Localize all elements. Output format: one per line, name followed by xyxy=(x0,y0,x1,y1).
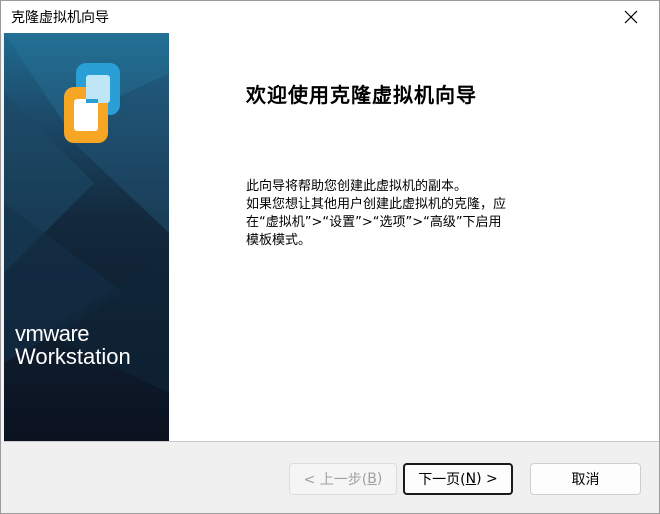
description-paragraph-1: 此向导将帮助您创建此虚拟机的副本。 xyxy=(246,179,468,194)
close-button[interactable] xyxy=(609,3,653,31)
description: 此向导将帮助您创建此虚拟机的副本。 如果您想让其他用户创建此虚拟机的克隆，应在“… xyxy=(246,178,506,250)
page-title: 欢迎使用克隆虚拟机向导 xyxy=(246,83,477,107)
back-button-hotkey: B xyxy=(367,471,377,487)
wizard-content: 欢迎使用克隆虚拟机向导 此向导将帮助您创建此虚拟机的副本。 如果您想让其他用户创… xyxy=(169,33,659,441)
description-paragraph-2: 如果您想让其他用户创建此虚拟机的克隆，应在“虚拟机”>“设置”>“选项”>“高级… xyxy=(246,197,507,248)
back-button[interactable]: < 上一步(B) xyxy=(289,463,397,495)
window-title: 克隆虚拟机向导 xyxy=(11,10,109,26)
next-button-hotkey: N xyxy=(465,471,477,487)
vmware-logo-icon xyxy=(64,63,120,143)
clone-vm-wizard-window: 克隆虚拟机向导 vmware Workstation 欢迎使用克隆虚拟机向导 此… xyxy=(0,0,660,514)
cancel-button[interactable]: 取消 xyxy=(530,463,641,495)
brand-workstation: Workstation xyxy=(15,344,131,369)
next-button-label-suffix: ) > xyxy=(476,471,498,487)
close-icon xyxy=(624,10,638,24)
next-button[interactable]: 下一页(N) > xyxy=(403,463,513,495)
title-bar: 克隆虚拟机向导 xyxy=(1,1,659,33)
back-button-label-suffix: ) xyxy=(376,471,383,487)
next-button-label-prefix: 下一页( xyxy=(418,472,466,488)
back-button-label-prefix: < 上一步( xyxy=(303,472,368,488)
wizard-banner: vmware Workstation xyxy=(4,33,169,441)
